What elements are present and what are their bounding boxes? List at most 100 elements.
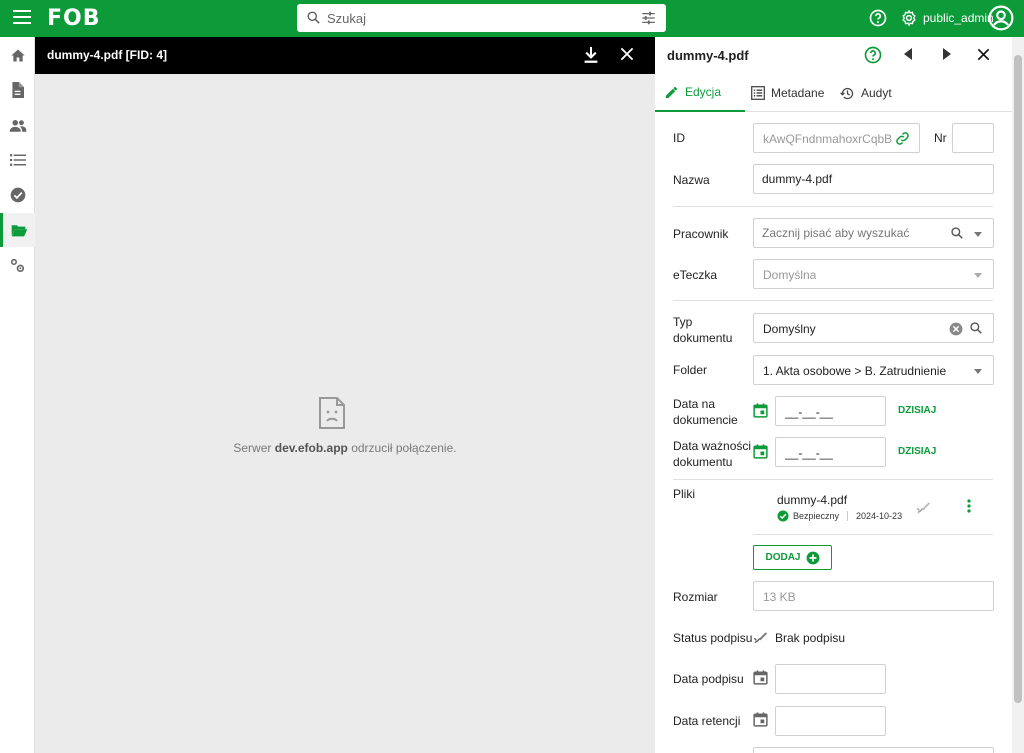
next-document-icon[interactable] <box>942 48 951 60</box>
data-waznosci-input[interactable]: __-__-__ <box>775 437 886 467</box>
calendar-icon[interactable] <box>753 403 768 418</box>
close-viewer-icon[interactable] <box>620 47 634 61</box>
eteczka-select[interactable]: Domyślna <box>753 259 994 289</box>
left-nav <box>0 37 35 753</box>
tab-metadata-label: Metadane <box>771 86 825 100</box>
broken-document-icon <box>319 397 345 429</box>
file-safe-status: Bezpieczny <box>793 511 840 521</box>
previous-document-icon[interactable] <box>904 48 913 60</box>
nazwa-field[interactable] <box>753 164 994 194</box>
file-name[interactable]: dummy-4.pdf <box>777 493 847 507</box>
nr-input[interactable] <box>961 124 995 152</box>
clear-icon[interactable] <box>949 322 963 336</box>
section-divider <box>673 206 993 207</box>
check-circle-icon <box>777 510 789 522</box>
dropdown-caret-icon[interactable] <box>974 232 982 237</box>
next-field-partial[interactable] <box>753 747 994 753</box>
filter-settings-icon[interactable] <box>641 11 656 25</box>
nazwa-input[interactable] <box>762 165 966 193</box>
document-viewer: Serwer dev.efob.app odrzucił połączenie. <box>35 74 655 753</box>
pracownik-label: Pracownik <box>673 227 729 241</box>
today-button[interactable]: DZISIAJ <box>898 405 936 416</box>
account-avatar-icon[interactable] <box>988 5 1014 31</box>
copy-link-icon[interactable] <box>895 131 910 146</box>
pracownik-field[interactable] <box>753 218 994 248</box>
data-retencji-input[interactable] <box>775 706 886 736</box>
rozmiar-value: 13 KB <box>763 590 796 604</box>
close-panel-icon[interactable] <box>977 48 990 61</box>
nr-label: Nr <box>934 131 947 145</box>
tab-edit-label: Edycja <box>685 85 722 99</box>
nav-documents[interactable] <box>0 73 35 107</box>
nav-tasks[interactable] <box>0 178 35 212</box>
id-value: kAwQFndnmahoxrCqbB... <box>763 132 893 146</box>
add-circle-icon <box>806 551 819 564</box>
add-file-button[interactable]: DODAJ <box>753 545 832 570</box>
id-label: ID <box>673 131 685 145</box>
section-divider <box>673 300 993 301</box>
calendar-icon[interactable] <box>753 712 768 727</box>
signature-icon[interactable] <box>916 499 932 515</box>
download-icon[interactable] <box>583 46 599 64</box>
menu-icon[interactable] <box>13 10 31 26</box>
search-bar[interactable] <box>297 4 666 32</box>
connection-error-message: Serwer dev.efob.app odrzucił połączenie. <box>35 441 655 455</box>
nav-home[interactable] <box>0 38 35 72</box>
id-field: kAwQFndnmahoxrCqbB... <box>753 123 920 153</box>
rozmiar-label: Rozmiar <box>673 590 718 604</box>
folder-open-icon <box>11 224 27 236</box>
pracownik-input[interactable] <box>762 219 942 247</box>
data-podpisu-input[interactable] <box>775 664 886 694</box>
people-icon <box>9 119 26 132</box>
error-prefix: Serwer <box>233 441 272 455</box>
tab-metadata[interactable]: Metadane <box>751 74 824 112</box>
search-icon[interactable] <box>950 226 964 240</box>
signature-icon <box>753 632 767 643</box>
tab-audit[interactable]: Audyt <box>840 74 892 112</box>
nav-lists[interactable] <box>0 143 35 177</box>
search-icon[interactable] <box>969 321 983 335</box>
calendar-icon[interactable] <box>753 444 768 459</box>
error-suffix: odrzucił połączenie. <box>351 441 457 455</box>
dropdown-caret-icon[interactable] <box>974 369 982 374</box>
data-podpisu-label: Data podpisu <box>673 672 744 686</box>
folder-select[interactable]: 1. Akta osobowe > B. Zatrudnienie <box>753 355 994 385</box>
divider <box>847 511 849 521</box>
more-options-icon[interactable] <box>967 499 971 513</box>
typ-value: Domyślny <box>763 322 816 336</box>
section-divider <box>673 479 993 480</box>
nav-folders[interactable] <box>0 213 35 247</box>
typ-field[interactable]: Domyślny <box>753 313 994 343</box>
help-icon[interactable] <box>869 9 887 27</box>
rozmiar-field: 13 KB <box>753 581 994 611</box>
data-retencji-label: Data retencji <box>673 714 741 728</box>
tab-edit[interactable]: Edycja <box>655 74 745 112</box>
app-logo[interactable]: FOB <box>47 5 101 33</box>
scrollbar-thumb[interactable] <box>1014 55 1022 703</box>
nr-field[interactable] <box>952 123 995 153</box>
calendar-icon[interactable] <box>753 670 768 685</box>
status-podpisu-value: Brak podpisu <box>775 631 846 645</box>
help-icon[interactable] <box>864 46 882 64</box>
nav-admin-settings[interactable] <box>0 248 35 282</box>
tab-audit-label: Audyt <box>861 86 892 100</box>
search-icon <box>307 11 320 24</box>
nav-employees[interactable] <box>0 108 35 142</box>
file-status: Bezpieczny 2024-10-23 <box>777 510 902 522</box>
eteczka-value: Domyślna <box>763 268 817 282</box>
settings-gear-icon[interactable] <box>900 9 918 27</box>
data-dokumencie-input[interactable]: __-__-__ <box>775 396 886 426</box>
user-name[interactable]: public_admin <box>923 11 994 25</box>
file-date: 2024-10-23 <box>856 511 903 521</box>
panel-title: dummy-4.pdf <box>667 48 749 63</box>
check-circle-icon <box>10 187 25 203</box>
panel-tabs: Edycja Metadane Audyt <box>655 74 1012 112</box>
status-podpisu-label: Status podpisu <box>673 631 753 645</box>
search-input[interactable] <box>327 4 627 32</box>
add-file-label: DODAJ <box>765 552 801 563</box>
today-button[interactable]: DZISIAJ <box>898 446 936 457</box>
dropdown-caret-icon[interactable] <box>974 273 982 278</box>
folder-label: Folder <box>673 363 708 377</box>
panel-scrollbar[interactable] <box>1012 37 1024 753</box>
data-dokumencie-value: __-__-__ <box>785 405 834 419</box>
